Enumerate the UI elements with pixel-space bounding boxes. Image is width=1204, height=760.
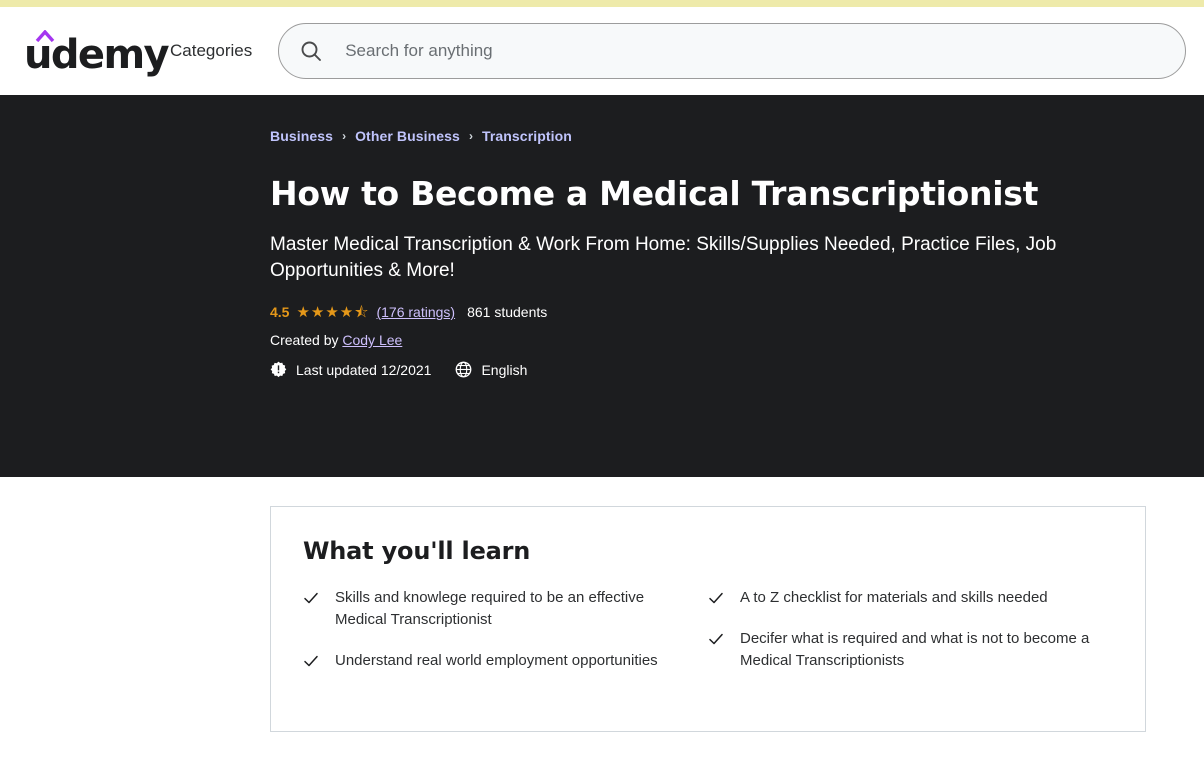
page-title: How to Become a Medical Transcriptionist — [270, 174, 1039, 213]
last-updated-item: Last updated 12/2021 — [270, 361, 431, 378]
list-item: Decifer what is required and what is not… — [708, 628, 1095, 672]
created-by-label: Created by — [270, 332, 339, 349]
language-label: English — [481, 361, 528, 378]
top-accent-strip — [0, 0, 1204, 7]
breadcrumb-item-other-business[interactable]: Other Business — [355, 128, 460, 144]
learning-outcomes-grid: Skills and knowlege required to be an ef… — [303, 587, 1113, 690]
learning-outcomes-column-right: A to Z checklist for materials and skill… — [708, 587, 1113, 690]
ratings-count-link[interactable]: (176 ratings) — [376, 304, 455, 320]
chevron-right-icon: › — [342, 129, 347, 143]
list-item: Skills and knowlege required to be an ef… — [303, 587, 690, 631]
nav-categories[interactable]: Categories — [170, 41, 252, 61]
search-input[interactable] — [345, 41, 1165, 61]
learning-outcome-text: Decifer what is required and what is not… — [740, 629, 1090, 669]
what-you-will-learn-card: What you'll learn Skills and knowlege re… — [270, 506, 1146, 732]
course-hero: Business › Other Business › Transcriptio… — [0, 95, 1204, 477]
what-you-will-learn-title: What you'll learn — [303, 537, 531, 565]
learning-outcome-text: A to Z checklist for materials and skill… — [740, 589, 1048, 606]
list-item: A to Z checklist for materials and skill… — [708, 587, 1095, 609]
check-icon — [303, 590, 319, 606]
breadcrumb: Business › Other Business › Transcriptio… — [270, 128, 1150, 144]
star-rating-icon: ★★★★⯪ — [296, 303, 370, 321]
creator-row: Created by Cody Lee — [270, 332, 1150, 348]
check-icon — [708, 590, 724, 606]
language-item: English — [455, 361, 527, 378]
learning-outcome-text: Skills and knowlege required to be an ef… — [335, 589, 645, 628]
globe-icon — [455, 361, 472, 378]
check-icon — [708, 631, 724, 647]
alert-badge-icon — [270, 361, 287, 378]
instructor-link[interactable]: Cody Lee — [342, 332, 402, 348]
last-updated-label: Last updated 12/2021 — [296, 361, 432, 378]
students-count: 861 students — [467, 304, 548, 321]
list-item: Understand real world employment opportu… — [303, 650, 690, 672]
breadcrumb-item-business[interactable]: Business — [270, 128, 333, 144]
search-icon — [299, 39, 323, 63]
site-header: udemy Categories — [0, 7, 1204, 95]
course-meta-row: Last updated 12/2021 English — [270, 361, 1150, 378]
udemy-logo-text: udemy — [24, 32, 170, 78]
learning-outcomes-column-left: Skills and knowlege required to be an ef… — [303, 587, 708, 690]
check-icon — [303, 653, 319, 669]
search-bar[interactable] — [278, 23, 1186, 79]
breadcrumb-item-transcription[interactable]: Transcription — [482, 128, 572, 144]
rating-row: 4.5 ★★★★⯪ (176 ratings) 861 students — [270, 304, 1150, 320]
course-body: What you'll learn Skills and knowlege re… — [0, 477, 1204, 760]
course-subtitle: Master Medical Transcription & Work From… — [270, 233, 1057, 281]
rating-score: 4.5 — [270, 304, 290, 321]
udemy-logo[interactable]: udemy — [24, 28, 170, 78]
learning-outcome-text: Understand real world employment opportu… — [335, 651, 658, 669]
chevron-right-icon: › — [468, 129, 473, 143]
